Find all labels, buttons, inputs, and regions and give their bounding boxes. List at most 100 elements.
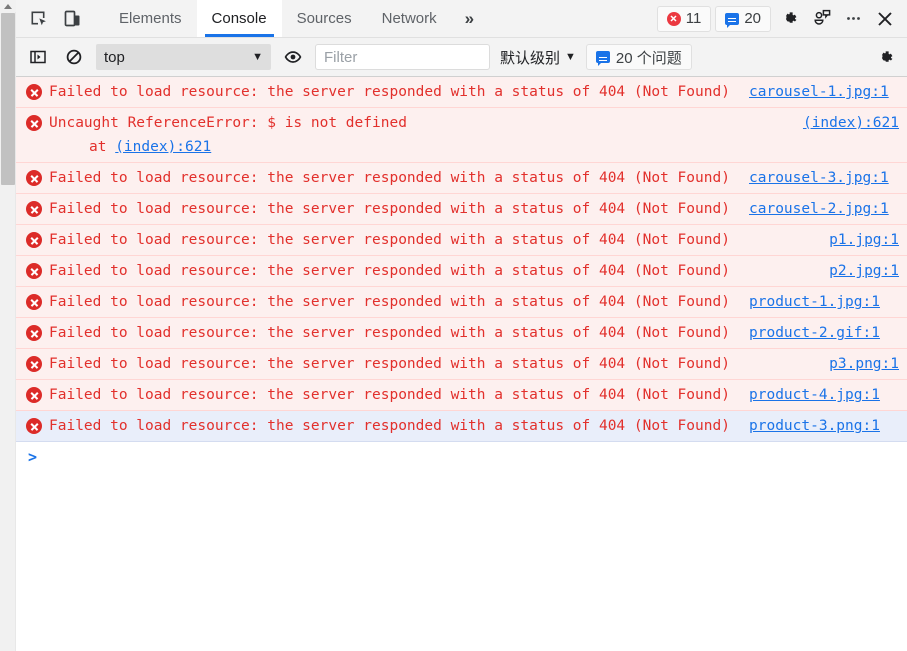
console-message-row[interactable]: Failed to load resource: the server resp… [16,411,907,442]
error-icon [26,232,42,248]
issues-label: 20 个问题 [615,49,682,67]
console-message-source-link[interactable]: product-2.gif:1 [749,321,880,345]
feedback-button[interactable] [807,5,835,33]
console-message-row[interactable]: Failed to load resource: the server resp… [16,318,907,349]
console-message-body: Failed to load resource: the server resp… [49,321,739,345]
console-settings-button[interactable] [871,43,899,71]
console-message-row[interactable]: Uncaught ReferenceError: $ is not define… [16,108,907,163]
clear-console-button[interactable] [60,43,88,71]
console-scrollbar[interactable] [0,0,16,651]
gear-icon [785,12,796,23]
stack-source-link[interactable]: (index):621 [115,139,211,155]
live-expression-button[interactable] [279,43,307,71]
console-message-source-link[interactable]: product-4.jpg:1 [749,383,880,407]
console-message-source-link[interactable]: (index):621 [803,111,899,135]
scrollbar-thumb[interactable] [1,13,15,185]
error-icon [26,325,42,341]
message-bubble-icon [725,12,740,28]
error-icon [26,170,42,186]
console-message-text: Failed to load resource: the server resp… [49,263,730,279]
console-message-source-link[interactable]: carousel-1.jpg:1 [749,80,889,104]
console-message-source-link[interactable]: carousel-2.jpg:1 [749,197,889,221]
more-options-button[interactable] [839,5,867,33]
console-message-row[interactable]: Failed to load resource: the server resp… [16,163,907,194]
toolbar-right-icons: 11 20 [656,0,907,37]
chevron-down-icon: ▼ [252,51,263,63]
inspect-element-button[interactable] [24,5,52,33]
console-message-row[interactable]: Failed to load resource: the server resp… [16,380,907,411]
console-message-body: Failed to load resource: the server resp… [49,197,739,221]
error-icon [26,263,42,279]
tab-console-label: Console [211,10,267,27]
console-message-row[interactable]: Failed to load resource: the server resp… [16,349,907,380]
console-message-source-link[interactable]: p3.png:1 [829,352,899,376]
console-message-body: Failed to load resource: the server resp… [49,259,819,283]
console-message-text: Failed to load resource: the server resp… [49,325,730,341]
devtools-toolbar: Elements Console Sources Network » 11 20 [16,0,907,38]
console-message-row[interactable]: Failed to load resource: the server resp… [16,225,907,256]
console-message-text: Failed to load resource: the server resp… [49,387,730,403]
console-message-text: Failed to load resource: the server resp… [49,294,730,310]
feedback-icon [813,9,830,25]
tab-console[interactable]: Console [196,0,282,37]
console-message-text: Failed to load resource: the server resp… [49,170,730,186]
console-filter-bar: top ▼ 默认级别 ▼ 20 个问题 [16,38,907,77]
more-options-icon [846,17,860,20]
devtools-window: Elements Console Sources Network » 11 20… [0,0,907,651]
device-toolbar-icon [64,10,79,27]
console-message-source-link[interactable]: p1.jpg:1 [829,228,899,252]
console-message-source-link[interactable]: product-3.png:1 [749,414,880,438]
execution-context-value: top [104,48,125,66]
error-icon [26,84,42,100]
console-prompt[interactable]: > [16,442,907,472]
issues-badge[interactable]: 20 个问题 [585,44,692,70]
log-levels-selector[interactable]: 默认级别 ▼ [498,47,578,68]
more-tabs-button[interactable]: » [452,0,487,37]
stack-prefix: at [89,139,116,155]
console-message-source-link[interactable]: carousel-3.jpg:1 [749,166,889,190]
console-sidebar-icon [30,50,46,64]
tab-elements[interactable]: Elements [104,0,197,37]
console-filter-input[interactable] [315,44,490,70]
devtools-tab-bar: Elements Console Sources Network » [104,0,487,37]
console-message-row[interactable]: Failed to load resource: the server resp… [16,287,907,318]
issues-bubble-icon [595,51,610,66]
console-stack-line: at (index):621 [49,135,793,159]
console-message-text: Failed to load resource: the server resp… [49,84,730,100]
tab-network[interactable]: Network [367,0,452,37]
console-message-body: Failed to load resource: the server resp… [49,228,819,252]
console-message-body: Failed to load resource: the server resp… [49,352,819,376]
close-icon [878,11,892,26]
tab-sources[interactable]: Sources [282,0,367,37]
clear-console-icon [66,49,82,65]
console-message-row[interactable]: Failed to load resource: the server resp… [16,256,907,287]
error-count-label: 11 [685,10,702,27]
console-message-body: Failed to load resource: the server resp… [49,383,739,407]
error-icon [26,418,42,434]
console-message-row[interactable]: Failed to load resource: the server resp… [16,194,907,225]
console-message-text: Failed to load resource: the server resp… [49,201,730,217]
tab-network-label: Network [381,10,437,27]
close-devtools-button[interactable] [871,5,899,33]
execution-context-selector[interactable]: top ▼ [96,44,271,70]
tab-elements-label: Elements [119,10,182,27]
device-toolbar-button[interactable] [58,5,86,33]
error-count-badge[interactable]: 11 [656,5,712,32]
error-icon [26,294,42,310]
console-prompt-input[interactable] [37,447,899,467]
scrollbar-up-arrow[interactable] [0,0,16,12]
console-message-text: Failed to load resource: the server resp… [49,356,730,372]
message-count-badge[interactable]: 20 [715,5,771,32]
settings-button[interactable] [775,5,803,33]
console-message-row[interactable]: Failed to load resource: the server resp… [16,77,907,108]
error-icon [26,356,42,372]
error-icon [26,201,42,217]
console-sidebar-toggle[interactable] [24,43,52,71]
more-tabs-icon: » [464,8,475,28]
error-icon [26,387,42,403]
message-count-label: 20 [744,10,761,27]
console-message-source-link[interactable]: p2.jpg:1 [829,259,899,283]
chevron-up-icon [4,3,12,9]
log-levels-label: 默认级别 [500,49,561,67]
console-message-source-link[interactable]: product-1.jpg:1 [749,290,880,314]
